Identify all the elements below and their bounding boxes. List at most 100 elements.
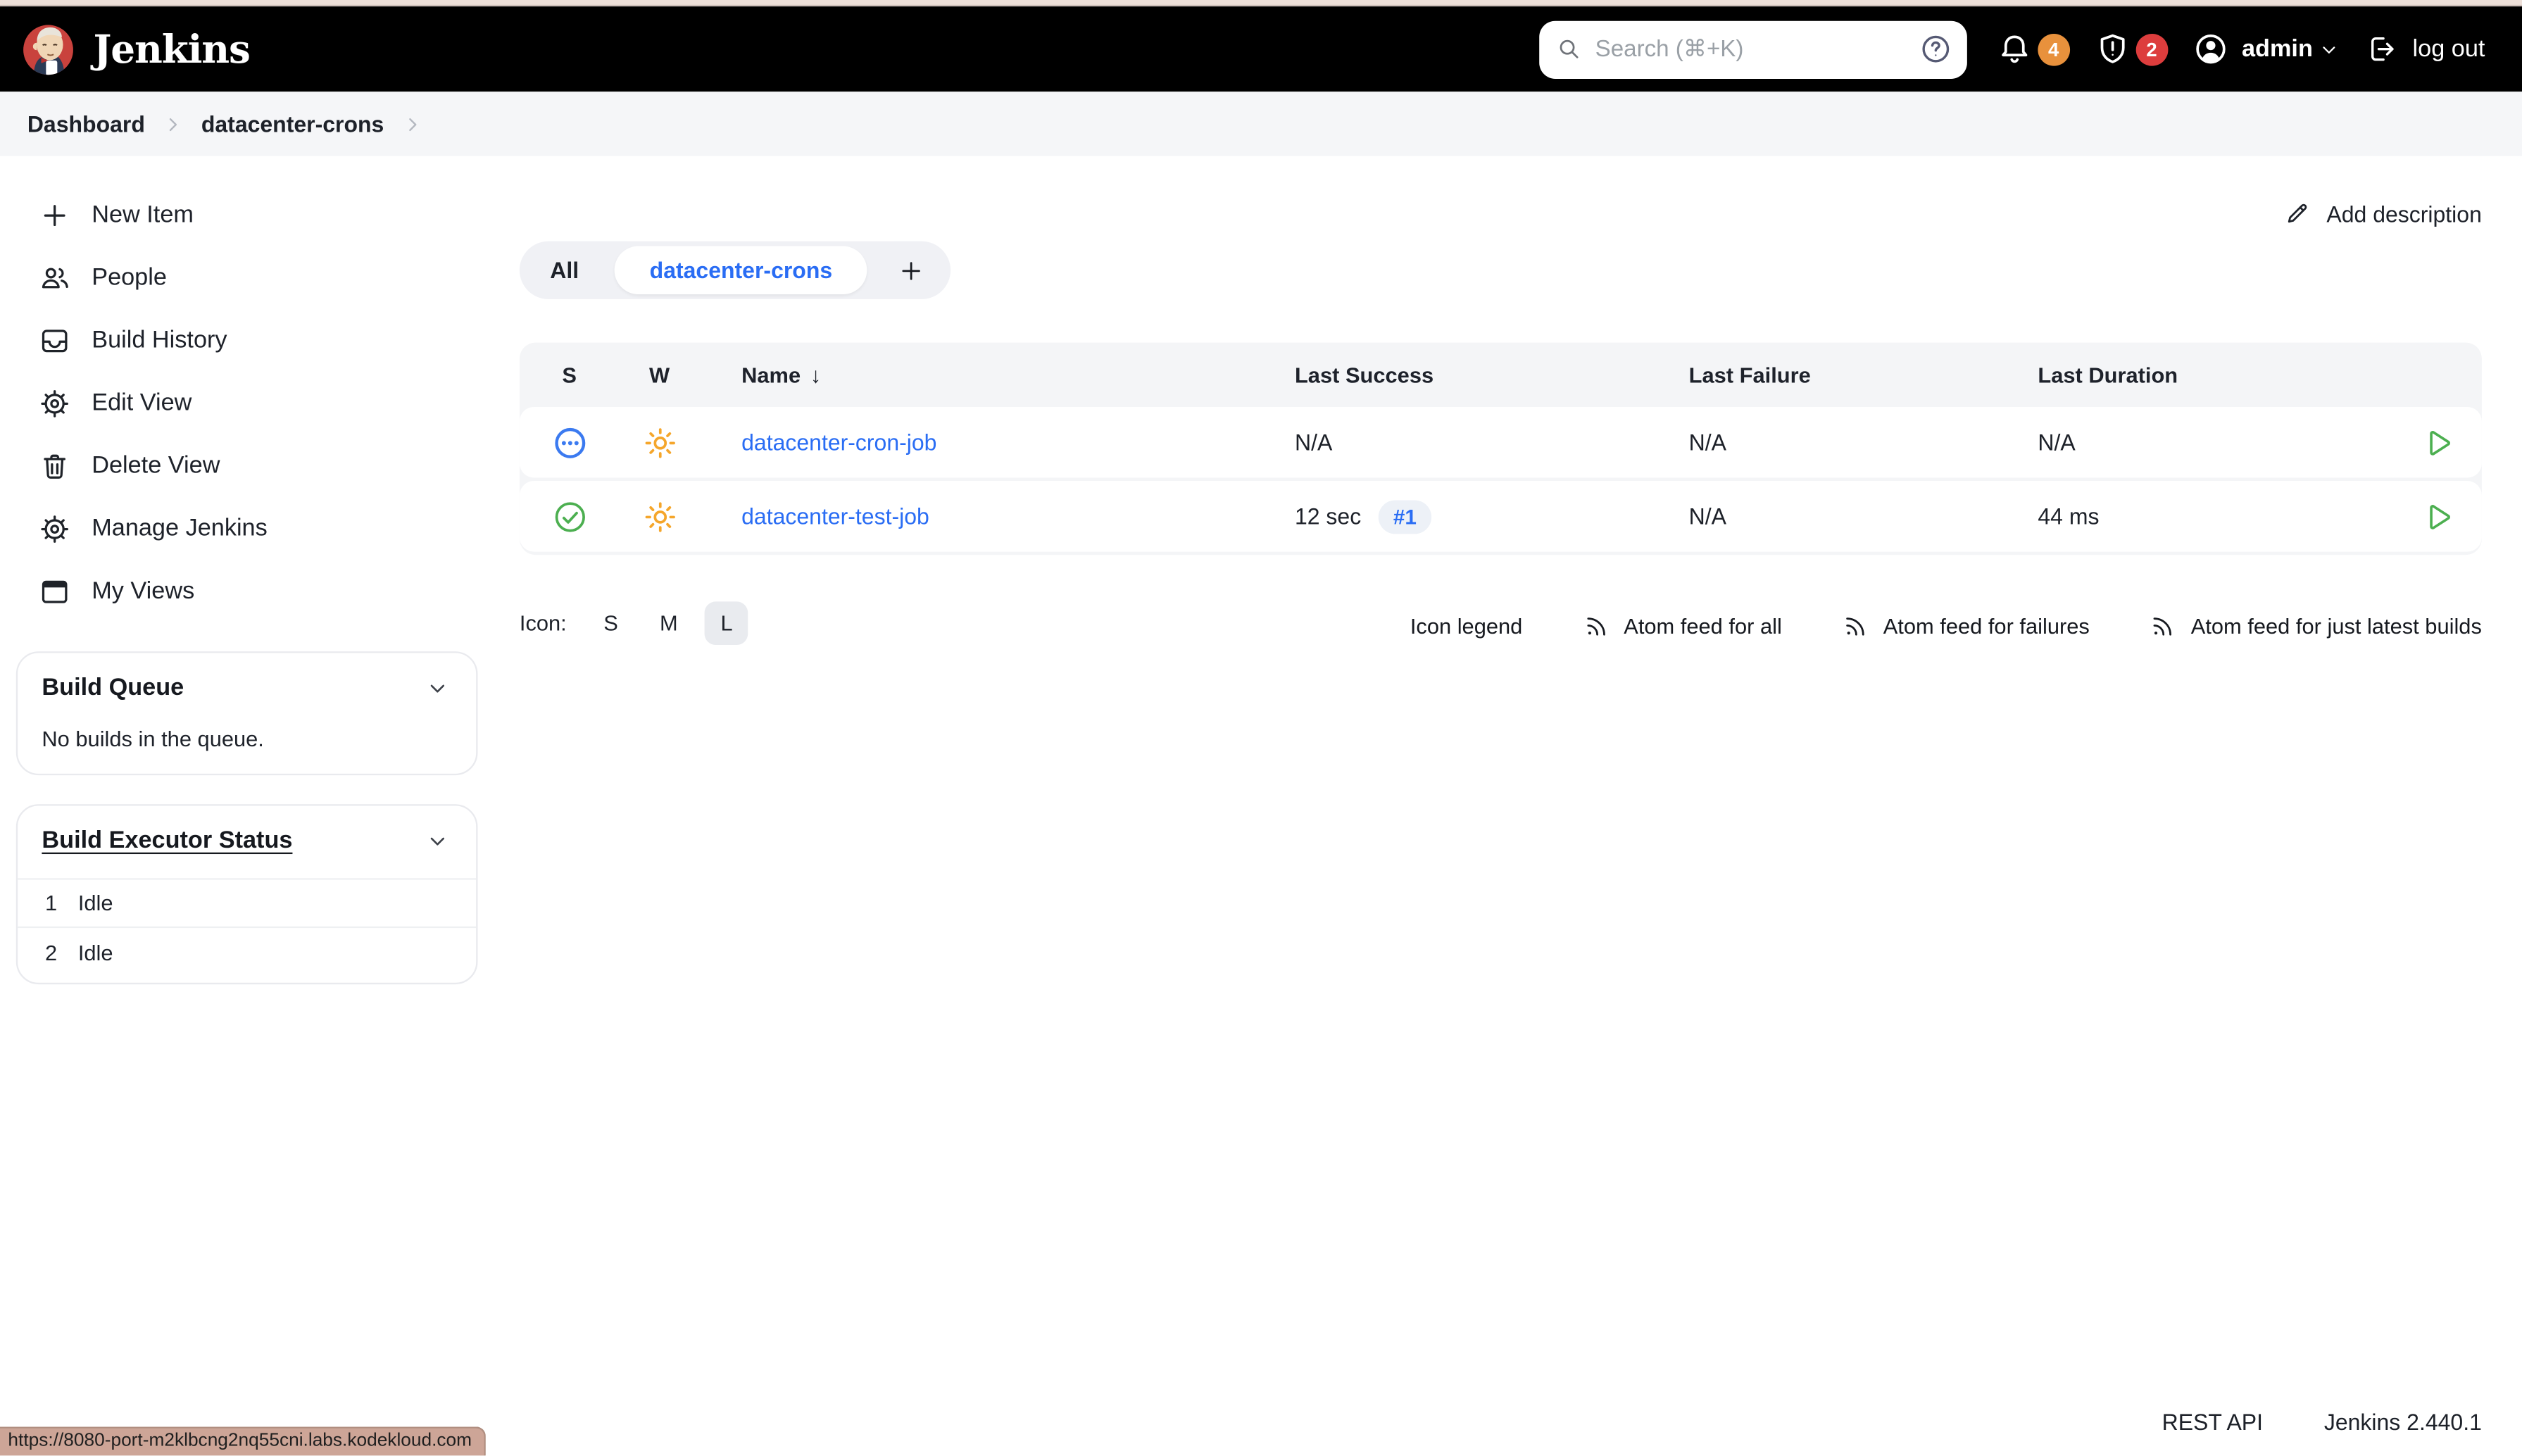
executor-row[interactable]: 1 Idle [18,880,477,929]
breadcrumb: Dashboard datacenter-crons [0,92,2522,156]
jenkins-home-link[interactable]: Jenkins [19,20,251,78]
plus-icon [44,204,65,225]
chevron-down-icon[interactable] [425,674,451,701]
job-link[interactable]: datacenter-cron-job [741,429,936,456]
sidebar-item-label: Manage Jenkins [92,515,268,542]
search-input[interactable] [1595,36,1919,62]
sidebar-item-label: Build History [92,326,227,354]
icon-size-medium[interactable]: M [647,601,691,645]
search-help-icon[interactable] [1919,32,1952,66]
build-queue-panel: Build Queue No builds in the queue. [15,651,478,776]
logout-icon [2371,37,2394,61]
job-link[interactable]: datacenter-test-job [741,503,929,529]
sidebar-item-new-item[interactable]: New Item [0,183,520,246]
sidebar-item-build-history[interactable]: Build History [0,309,520,372]
icon-legend-link[interactable]: Icon legend [1410,614,1522,638]
jobs-table-header: S W Name ↓ Last Success Last Failure Las… [520,343,2482,407]
brand-title: Jenkins [93,25,250,73]
gear-icon [41,515,68,542]
weather-sunny-icon[interactable] [641,498,678,535]
security-count-badge: 2 [2135,32,2168,65]
breadcrumb-dashboard[interactable]: Dashboard [27,111,145,137]
add-description-button[interactable]: Add description [2285,199,2482,227]
table-footer-row: Icon: S M L Icon legend Atom feed for al… [520,601,2482,650]
atom-feed-latest-link[interactable]: Atom feed for just latest builds [2149,612,2482,639]
executor-state: Idle [77,891,113,915]
icon-size-label: Icon: [519,611,567,636]
build-queue-title[interactable]: Build Queue [42,674,184,701]
tab-datacenter-crons[interactable]: datacenter-crons [614,246,868,295]
status-never-built-icon[interactable] [551,424,588,461]
new-view-tab-button[interactable] [872,241,951,299]
job-row-datacenter-cron-job: datacenter-cron-job N/A N/A N/A [519,406,2482,478]
atom-feed-label: Atom feed for just latest builds [2190,613,2482,638]
user-avatar-icon [2195,34,2226,64]
jobs-table: S W Name ↓ Last Success Last Failure Las… [519,342,2482,556]
sidebar-item-delete-view[interactable]: Delete View [0,434,520,497]
icon-size-small[interactable]: S [589,601,633,645]
chevron-down-icon[interactable] [425,827,451,853]
icon-size-control: Icon: S M L [519,601,748,646]
sidebar-item-people[interactable]: People [0,246,520,309]
breadcrumb-view[interactable]: datacenter-crons [201,111,384,137]
logout-button[interactable]: log out [2364,32,2485,66]
user-name: admin [2241,35,2313,63]
executor-number: 1 [44,891,58,915]
sidebar: New Item People Build History Edit View … [0,156,520,1456]
build-queue-empty-text: No builds in the queue. [42,727,264,751]
pencil-icon [2288,203,2308,223]
column-last-success[interactable]: Last Success [1295,363,1689,387]
column-status[interactable]: S [520,363,620,387]
build-executor-title[interactable]: Build Executor Status [42,827,292,854]
security-warnings-button[interactable]: 2 [2094,30,2168,68]
sidebar-item-my-views[interactable]: My Views [0,560,520,622]
notifications-button[interactable]: 4 [1995,30,2070,68]
last-duration-value: 44 ms [2038,503,2100,529]
sidebar-item-label: My Views [92,577,195,605]
last-failure-value: N/A [1688,503,1726,529]
search-box[interactable] [1538,20,1967,78]
notifications-count-badge: 4 [2037,32,2070,65]
atom-feed-label: Atom feed for failures [1883,613,2090,638]
build-executor-panel: Build Executor Status 1 Idle 2 Idle [15,804,478,985]
atom-feed-failures-link[interactable]: Atom feed for failures [1841,612,2090,639]
jenkins-butler-logo [23,24,73,75]
build-number-badge[interactable]: #1 [1379,499,1431,534]
run-job-button[interactable] [2420,425,2454,459]
column-last-duration[interactable]: Last Duration [2038,363,2392,387]
chevron-right-icon [170,117,177,130]
chevron-right-icon [408,117,416,130]
top-bar: Jenkins 4 [0,6,2522,92]
plus-icon [903,261,921,280]
executor-number: 2 [44,940,58,965]
sidebar-item-label: People [92,263,167,291]
logout-label: log out [2412,35,2485,63]
view-content: Add description All datacenter-crons S W… [519,156,2522,1456]
status-success-icon[interactable] [551,498,588,535]
user-menu[interactable]: admin [2192,30,2340,68]
sidebar-item-manage-jenkins[interactable]: Manage Jenkins [0,497,520,560]
bell-icon [2001,35,2027,63]
column-weather[interactable]: W [620,363,700,387]
legend-links: Icon legend Atom feed for all Atom feed … [1410,601,2482,650]
run-job-button[interactable] [2420,499,2454,533]
column-name-label: Name [741,363,801,387]
sidebar-item-edit-view[interactable]: Edit View [0,372,520,434]
gear-icon [41,389,68,417]
column-last-failure[interactable]: Last Failure [1689,363,2038,387]
rss-icon [2153,617,2172,635]
icon-size-large[interactable]: L [705,601,748,646]
executor-row[interactable]: 2 Idle [18,928,476,977]
page-footer: REST API Jenkins 2.440.1 [2162,1409,2482,1435]
atom-feed-all-link[interactable]: Atom feed for all [1582,612,1782,639]
tab-all[interactable]: All [520,241,610,299]
rest-api-link[interactable]: REST API [2162,1409,2263,1435]
jenkins-version-link[interactable]: Jenkins 2.440.1 [2324,1409,2482,1435]
column-name[interactable]: Name ↓ [700,363,1295,387]
chevron-down-icon [2323,46,2335,53]
icon-legend-label: Icon legend [1410,613,1523,638]
play-icon [2429,429,2449,455]
sidebar-item-label: New Item [92,201,194,229]
status-bar-url: https://8080-port-m2klbcng2nq55cni.labs.… [0,1426,487,1456]
weather-sunny-icon[interactable] [641,424,678,461]
